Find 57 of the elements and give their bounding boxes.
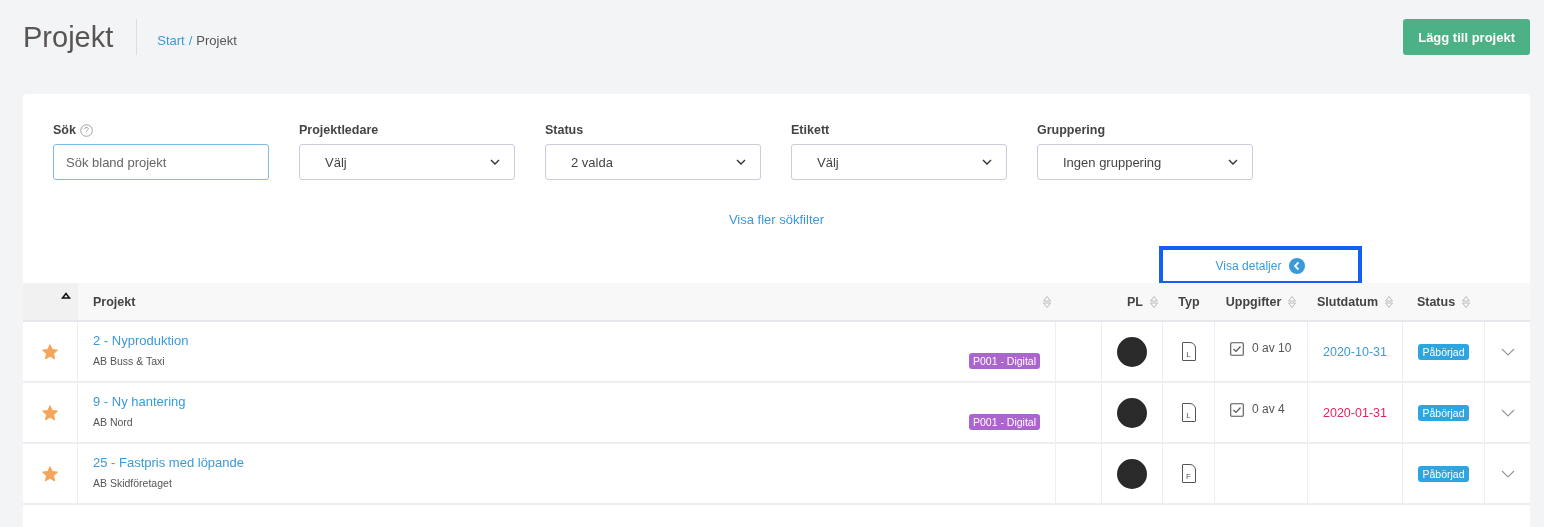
filter-label: Status (545, 123, 584, 137)
search-field[interactable]: Sök bland projekt (53, 144, 269, 180)
checkbox-icon (1230, 403, 1244, 417)
select-dropdown[interactable]: 2 valda (545, 144, 761, 180)
chevron-down-icon (1228, 159, 1238, 165)
star-icon[interactable] (41, 342, 59, 361)
filter-label: Gruppering (1037, 123, 1106, 137)
filter-label: Etikett (791, 123, 830, 137)
sort-icon[interactable] (1149, 294, 1159, 309)
breadcrumb-current: Projekt (196, 32, 237, 48)
column-header[interactable]: Uppgifter (1225, 294, 1282, 309)
sort-icon[interactable] (1461, 294, 1472, 309)
customer-name: AB Nord (93, 416, 134, 428)
project-tag: P001 - Digital (968, 414, 1040, 430)
chevron-down-icon (982, 159, 992, 165)
document-icon: L (1181, 403, 1196, 422)
end-date: 2020-10-31 (1323, 344, 1387, 359)
task-count: 0 av 4 (1252, 402, 1285, 416)
customer-name: AB Buss & Taxi (93, 355, 166, 367)
star-icon[interactable] (41, 403, 59, 422)
column-header[interactable]: Projekt (93, 294, 136, 309)
column-header[interactable]: PL (1127, 294, 1143, 309)
task-count: 0 av 10 (1252, 341, 1292, 355)
column-header[interactable]: Slutdatum (1316, 294, 1379, 309)
customer-name: AB Skidföretaget (93, 477, 173, 489)
sort-ascending-icon[interactable] (61, 292, 71, 299)
expand-chevron-icon[interactable] (1500, 469, 1515, 478)
breadcrumb-separator: / (188, 32, 193, 48)
expand-chevron-icon[interactable] (1500, 347, 1515, 356)
sort-icon[interactable] (1042, 294, 1052, 309)
page-title: Projekt (23, 20, 114, 54)
chevron-left-icon (1289, 257, 1306, 274)
star-icon[interactable] (41, 464, 59, 483)
chevron-down-icon (490, 159, 500, 165)
project-tag: P001 - Digital (968, 353, 1040, 369)
document-icon: L (1181, 342, 1196, 361)
status-badge: Påbörjad (1418, 465, 1469, 482)
filter-label: Projektledare (299, 123, 379, 137)
avatar (1117, 336, 1147, 367)
filter-label: Sök (53, 123, 76, 137)
column-header[interactable]: Typ (1178, 294, 1200, 309)
chevron-down-icon (736, 159, 746, 165)
document-icon: F (1181, 464, 1196, 483)
end-date: 2020-01-31 (1323, 405, 1387, 420)
expand-chevron-icon[interactable] (1500, 408, 1515, 417)
avatar (1117, 458, 1147, 489)
avatar (1117, 397, 1147, 428)
sort-icon[interactable] (1384, 294, 1395, 309)
status-badge: Påbörjad (1418, 343, 1469, 360)
column-header[interactable]: Status (1416, 294, 1456, 309)
select-dropdown[interactable]: Ingen gruppering (1037, 144, 1253, 180)
help-icon[interactable] (79, 123, 93, 137)
checkbox-icon (1230, 342, 1244, 356)
status-badge: Påbörjad (1418, 404, 1469, 421)
select-dropdown[interactable]: Välj (791, 144, 1007, 180)
sort-icon[interactable] (1287, 294, 1298, 309)
select-dropdown[interactable]: Välj (299, 144, 515, 180)
